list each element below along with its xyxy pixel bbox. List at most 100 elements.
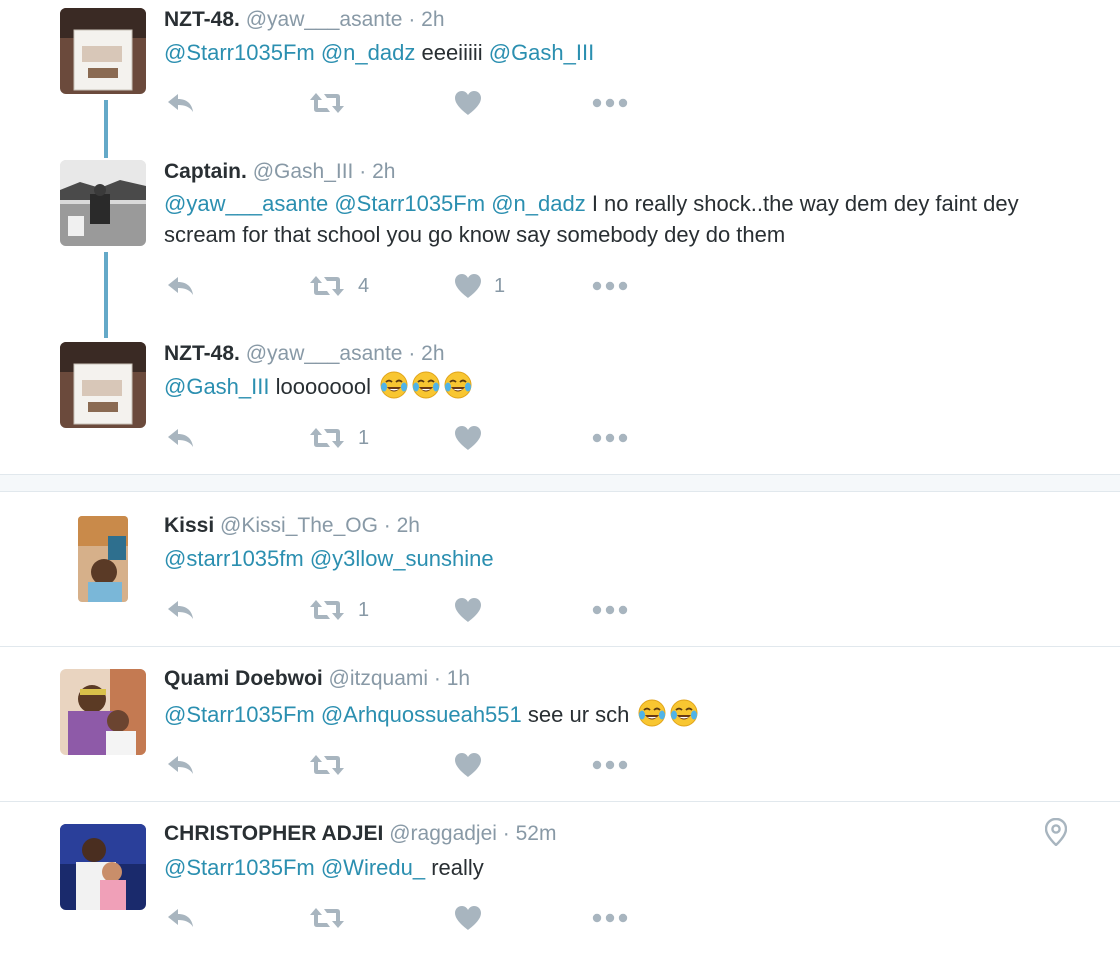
retweet-button[interactable] (308, 750, 346, 780)
tears-of-joy-emoji (412, 371, 440, 399)
mention-link[interactable]: @starr1035fm (164, 546, 304, 571)
like-button[interactable] (454, 423, 482, 453)
more-button[interactable] (592, 750, 628, 780)
mention-link[interactable]: @y3llow_sunshine (310, 546, 494, 571)
handle[interactable]: @yaw___asante (246, 342, 403, 365)
separator: · (359, 160, 367, 183)
tweet-actions: 41 (164, 271, 664, 301)
like-button[interactable] (454, 595, 482, 625)
more-button[interactable] (592, 423, 628, 453)
display-name[interactable]: Quami Doebwoi (164, 667, 323, 690)
retweet-icon (308, 753, 346, 777)
more-icon (592, 280, 628, 292)
tweet-header: Captain. @Gash_III · 2h (164, 160, 395, 184)
tweet-actions (164, 903, 664, 933)
tweet-header: Kissi @Kissi_The_OG · 2h (164, 514, 420, 538)
tweet-actions: 1 (164, 595, 664, 625)
retweet-button[interactable]: 1 (308, 595, 369, 625)
mention-link[interactable]: @Gash_III (489, 40, 595, 65)
tweet[interactable]: Captain. @Gash_III · 2h @yaw___asante @S… (0, 152, 1120, 312)
retweet-button[interactable]: 4 (308, 271, 369, 301)
separator: · (383, 514, 391, 537)
tweet[interactable]: CHRISTOPHER ADJEI @raggadjei · 52m @Star… (0, 802, 1120, 955)
more-button[interactable] (592, 595, 628, 625)
handle[interactable]: @raggadjei (389, 822, 497, 845)
retweets-count: 1 (358, 426, 370, 449)
avatar[interactable] (60, 8, 146, 94)
retweet-button[interactable] (308, 903, 346, 933)
mention-link[interactable]: @Arhquossueah551 (321, 702, 522, 727)
tweet-text: @Starr1035Fm @Arhquossueah551 see ur sch (164, 698, 1064, 730)
mention-link[interactable]: @Starr1035Fm (334, 191, 485, 216)
timestamp[interactable]: 1h (447, 667, 470, 690)
reply-icon (166, 91, 196, 115)
tweet-text: @Starr1035Fm @Wiredu_ really (164, 852, 1064, 883)
mention-link[interactable]: @n_dadz (321, 40, 416, 65)
display-name[interactable]: NZT-48. (164, 342, 240, 365)
like-button[interactable] (454, 88, 482, 118)
location-pin-icon[interactable] (1045, 818, 1067, 846)
avatar[interactable] (60, 342, 146, 428)
timestamp[interactable]: 2h (372, 160, 395, 183)
timestamp[interactable]: 2h (421, 342, 444, 365)
mention-link[interactable]: @Wiredu_ (321, 855, 425, 880)
handle[interactable]: @itzquami (329, 667, 429, 690)
retweet-button[interactable]: 1 (308, 423, 369, 453)
more-icon (592, 432, 628, 444)
display-name[interactable]: Kissi (164, 514, 214, 537)
heart-icon (454, 752, 482, 778)
retweet-icon (308, 598, 346, 622)
like-button[interactable]: 1 (454, 271, 505, 301)
timestamp[interactable]: 2h (397, 514, 420, 537)
avatar[interactable] (60, 160, 146, 246)
timestamp[interactable]: 2h (421, 8, 444, 31)
tweet-actions (164, 750, 664, 780)
retweet-icon (308, 274, 346, 298)
tweet-text-fragment: see ur sch (521, 702, 636, 727)
handle[interactable]: @yaw___asante (246, 8, 403, 31)
display-name[interactable]: CHRISTOPHER ADJEI (164, 822, 383, 845)
reply-button[interactable] (166, 903, 196, 933)
tweet-text: @Gash_III loooooool (164, 370, 1064, 402)
reply-button[interactable] (166, 423, 196, 453)
tears-of-joy-emoji (444, 371, 472, 399)
handle[interactable]: @Gash_III (253, 160, 354, 183)
tweet-text-fragment: eeeiiiii (415, 40, 489, 65)
display-name[interactable]: Captain. (164, 160, 247, 183)
heart-icon (454, 425, 482, 451)
mention-link[interactable]: @Starr1035Fm (164, 855, 315, 880)
mention-link[interactable]: @n_dadz (491, 191, 586, 216)
mention-link[interactable]: @Starr1035Fm (164, 40, 315, 65)
retweet-icon (308, 426, 346, 450)
mention-link[interactable]: @Gash_III (164, 374, 270, 399)
tweet[interactable]: NZT-48. @yaw___asante · 2h @Starr1035Fm … (0, 0, 1120, 130)
reply-button[interactable] (166, 88, 196, 118)
heart-icon (454, 90, 482, 116)
mention-link[interactable]: @Starr1035Fm (164, 702, 315, 727)
tears-of-joy-emoji (380, 371, 408, 399)
reply-button[interactable] (166, 271, 196, 301)
tweet[interactable]: NZT-48. @yaw___asante · 2h @Gash_III loo… (0, 334, 1120, 474)
like-button[interactable] (454, 903, 482, 933)
tweet[interactable]: Quami Doebwoi @itzquami · 1h @Starr1035F… (0, 647, 1120, 801)
timestamp[interactable]: 52m (516, 822, 557, 845)
more-button[interactable] (592, 903, 628, 933)
avatar[interactable] (60, 669, 146, 755)
avatar[interactable] (78, 516, 128, 602)
avatar[interactable] (60, 824, 146, 910)
mention-link[interactable]: @yaw___asante (164, 191, 328, 216)
handle[interactable]: @Kissi_The_OG (220, 514, 378, 537)
tweet-header: NZT-48. @yaw___asante · 2h (164, 8, 445, 32)
tweet[interactable]: Kissi @Kissi_The_OG · 2h @starr1035fm @y… (0, 500, 1120, 646)
like-button[interactable] (454, 750, 482, 780)
display-name[interactable]: NZT-48. (164, 8, 240, 31)
reply-button[interactable] (166, 750, 196, 780)
more-button[interactable] (592, 271, 628, 301)
more-button[interactable] (592, 88, 628, 118)
retweet-button[interactable] (308, 88, 346, 118)
retweet-icon (308, 91, 346, 115)
separator: · (502, 822, 510, 845)
reply-button[interactable] (166, 595, 196, 625)
more-icon (592, 97, 628, 109)
separator: · (408, 8, 416, 31)
